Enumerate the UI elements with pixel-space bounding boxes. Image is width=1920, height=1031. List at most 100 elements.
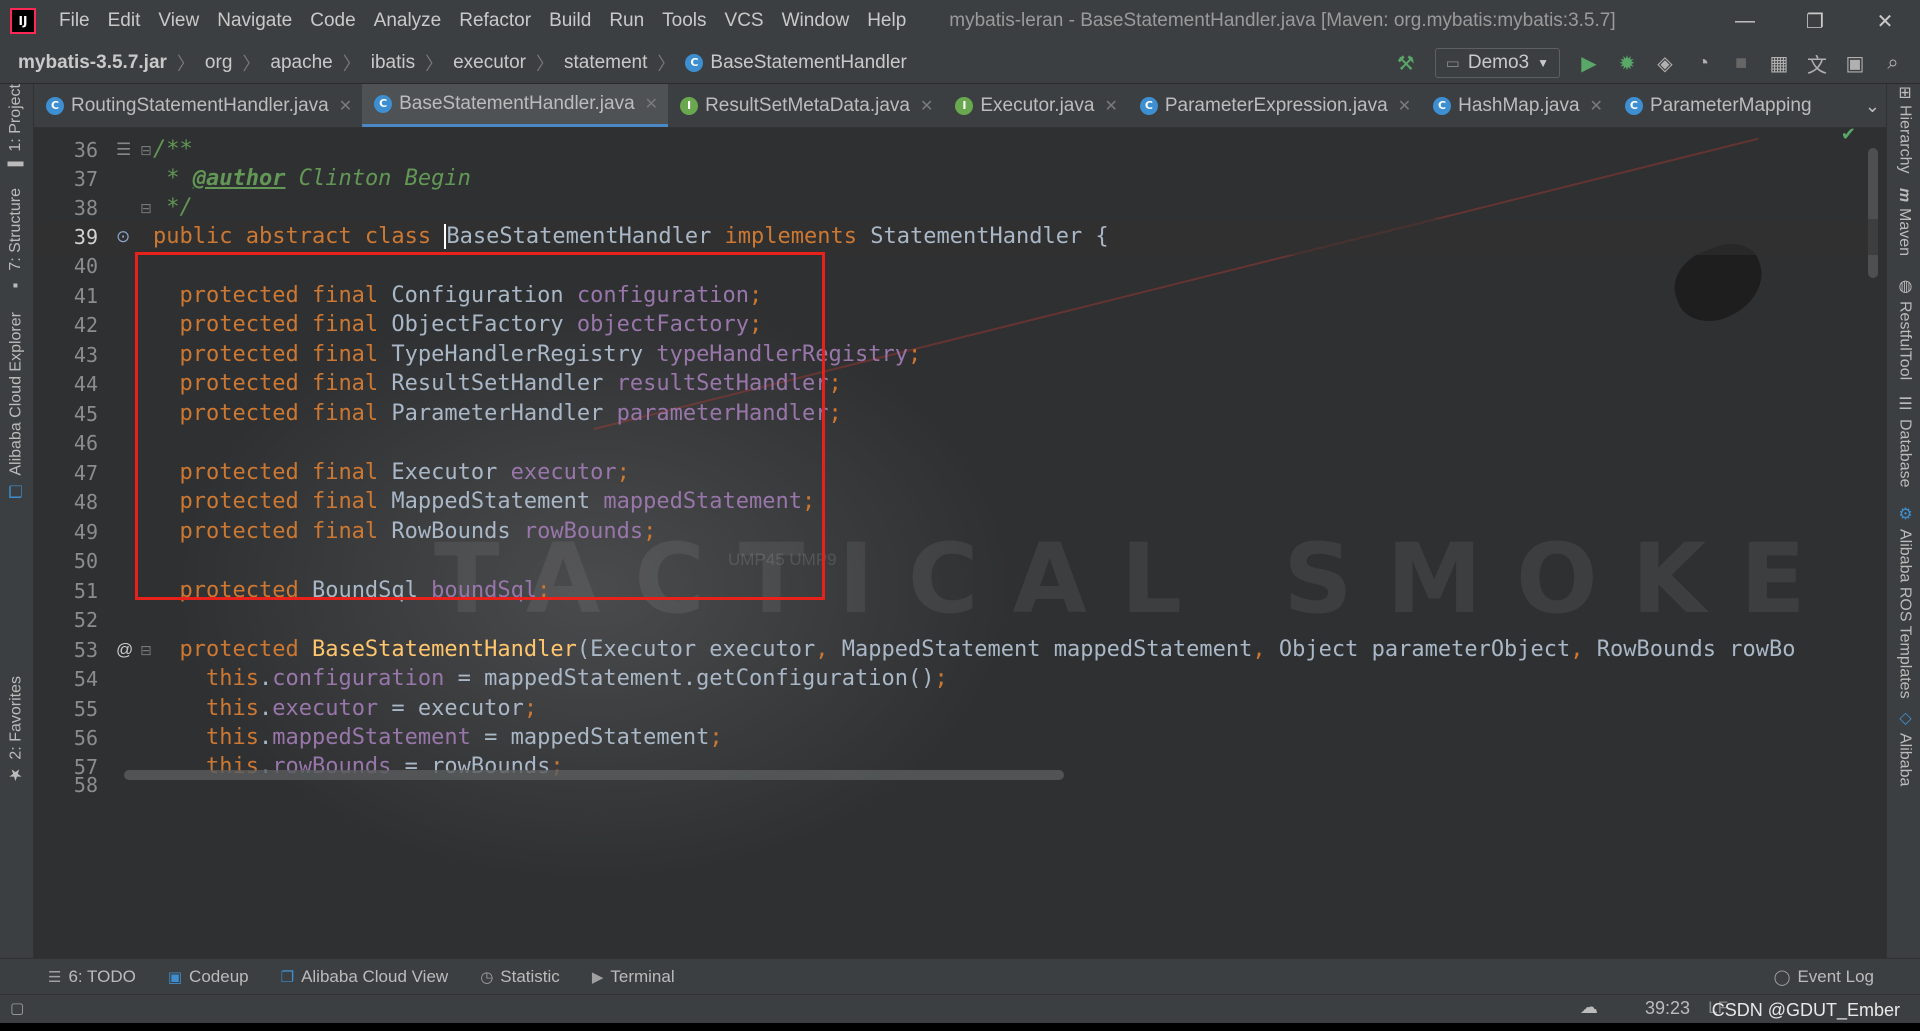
close-tab-icon[interactable]: ✕ [1398,96,1411,116]
tabs-dropdown-chevron-icon[interactable]: ⌄ [1865,84,1880,127]
close-tab-icon[interactable]: ✕ [1104,96,1117,116]
codeup-tool-button[interactable]: ▣ Codeup [168,967,249,987]
code-editor[interactable]: TACTICAL SMOKE UMP45 UMP9 ✔ 35 36 ☰ ⊟ /*… [34,128,1886,958]
stop-icon[interactable]: ■ [1722,42,1760,84]
alibaba-cloud-view-button[interactable]: ❐ Alibaba Cloud View [281,967,449,987]
interface-icon: I [955,96,974,115]
codeup-label: Codeup [189,966,249,986]
tab-parameter-expression[interactable]: C ParameterExpression.java ✕ [1128,84,1421,127]
menu-bar: IJ File Edit View Navigate Code Analyze … [0,0,1920,42]
terminal-window-icon[interactable]: ▣ [1836,42,1874,84]
tab-parameter-mapping[interactable]: C ParameterMapping [1613,84,1822,127]
menu-vcs[interactable]: VCS [716,10,773,32]
menu-build[interactable]: Build [540,10,600,32]
menu-file[interactable]: File [50,10,99,32]
structure-tool-button[interactable]: ▪ 7: Structure [7,188,25,294]
toggle-tool-windows-icon[interactable]: ▢ [10,999,24,1017]
statistic-label: Statistic [500,966,560,986]
tab-routing-statement-handler[interactable]: C RoutingStatementHandler.java ✕ [34,84,362,127]
minimize-button[interactable]: — [1710,0,1780,42]
breadcrumb-executor[interactable]: executor [453,52,526,74]
class-icon: C [685,53,704,72]
alibaba-tool-button[interactable]: ◇ Alibaba [1895,708,1914,786]
terminal-label: Terminal [610,966,675,986]
breadcrumb-statement[interactable]: statement [564,52,647,74]
close-tab-icon[interactable]: ✕ [645,94,658,114]
menu-edit[interactable]: Edit [99,10,150,32]
project-tool-button[interactable]: ▬ 1: Project [7,84,25,175]
chevron-down-icon: ▼ [1537,56,1549,70]
class-icon: C [1139,96,1158,115]
breadcrumb-ibatis[interactable]: ibatis [371,52,415,74]
tab-executor[interactable]: I Executor.java ✕ [943,84,1127,127]
ros-templates-icon: ⚙ [1896,504,1913,523]
close-button[interactable]: ✕ [1850,0,1920,42]
hierarchy-icon: ⊞ [1896,86,1913,100]
menu-help[interactable]: Help [858,10,915,32]
statistic-tool-button[interactable]: ◷ Statistic [480,967,560,987]
terminal-tool-button[interactable]: ▶ Terminal [592,967,675,987]
build-hammer-icon[interactable]: ⚒ [1387,42,1425,84]
statistic-icon: ◷ [480,968,494,986]
alibaba-ros-templates-button[interactable]: ⚙ Alibaba ROS Templates [1895,504,1914,699]
database-tool-button[interactable]: ☰ Database [1895,394,1914,488]
run-config-selector[interactable]: ▭ Demo3 ▼ [1434,48,1560,78]
menu-refactor[interactable]: Refactor [450,10,540,32]
tab-result-set-meta-data[interactable]: I ResultSetMetaData.java ✕ [668,84,943,127]
todo-tool-button[interactable]: ☰ 6: TODO [48,967,136,987]
close-tab-icon[interactable]: ✕ [1590,96,1603,116]
menu-navigate[interactable]: Navigate [208,10,301,32]
hierarchy-tool-button[interactable]: ⊞ Hierarchy [1895,86,1914,174]
tab-label: BaseStatementHandler.java [399,93,635,114]
tab-base-statement-handler[interactable]: C BaseStatementHandler.java ✕ [362,84,669,127]
breadcrumb: mybatis-3.5.7.jar 〉 org 〉 apache 〉 ibati… [18,50,907,76]
favorites-tool-button[interactable]: ★ 2: Favorites [7,676,26,785]
menu-run[interactable]: Run [600,10,653,32]
list-icon: ☰ [48,968,62,986]
menu-code[interactable]: Code [301,10,364,32]
folder-icon: ▬ [7,157,24,175]
breadcrumb-separator-icon: 〉 [342,53,361,74]
maven-tool-label: Maven [1896,208,1913,257]
breadcrumb-class[interactable]: C BaseStatementHandler [685,51,907,74]
cloud-sync-icon[interactable]: ☁ [1580,997,1598,1018]
menu-analyze[interactable]: Analyze [365,10,451,32]
search-icon[interactable]: ⌕ [1874,42,1912,84]
breadcrumb-separator-icon: 〉 [425,53,444,74]
event-log-button[interactable]: ◯ Event Log [1774,959,1874,995]
alibaba-cloud-explorer-button[interactable]: ❐ Alibaba Cloud Explorer [7,312,26,501]
horizontal-scrollbar[interactable] [124,770,1064,780]
breadcrumb-jar[interactable]: mybatis-3.5.7.jar [18,52,167,74]
close-tab-icon[interactable]: ✕ [920,96,933,116]
menu-tools[interactable]: Tools [653,10,715,32]
tab-hashmap[interactable]: C HashMap.java ✕ [1421,84,1613,127]
breadcrumb-apache[interactable]: apache [270,52,332,74]
alibaba-tool-label: Alibaba [1896,733,1914,787]
menu-view[interactable]: View [149,10,208,32]
class-icon: C [1433,96,1452,115]
project-structure-icon[interactable]: ▦ [1760,42,1798,84]
breadcrumb-class-label: BaseStatementHandler [710,51,907,73]
event-log-icon: ◯ [1773,969,1791,986]
run-icon[interactable]: ▶ [1570,42,1608,84]
restore-button[interactable]: ❐ [1780,0,1850,42]
nav-toolbar: ⚒ ▭ Demo3 ▼ ▶ ✹ ◈ ◔ ■ ▦ 文 ▣ ⌕ [1387,42,1912,84]
intellij-logo-icon[interactable]: IJ [10,8,36,34]
tab-label: HashMap.java [1458,94,1580,116]
coverage-icon[interactable]: ◈ [1646,42,1684,84]
breadcrumb-org[interactable]: org [205,52,232,74]
class-icon: C [1624,96,1643,115]
profile-icon[interactable]: ◔ [1684,42,1722,84]
bottom-tool-bar: ☰ 6: TODO ▣ Codeup ❐ Alibaba Cloud View ◷ St… [0,958,1920,994]
menu-window[interactable]: Window [773,10,859,32]
translate-icon[interactable]: 文 [1798,42,1836,84]
star-icon: ★ [8,765,25,785]
restfultool-button[interactable]: ◍ RestfulTool [1895,276,1914,380]
database-tool-label: Database [1896,419,1914,488]
cloud-icon: ❐ [280,968,295,986]
debug-bug-icon[interactable]: ✹ [1608,42,1646,84]
csdn-watermark: CSDN @GDUT_Ember [1711,1000,1900,1020]
maven-tool-button[interactable]: m Maven [1895,188,1913,256]
close-tab-icon[interactable]: ✕ [339,96,352,116]
caret-position[interactable]: 39:23 [1645,998,1690,1019]
